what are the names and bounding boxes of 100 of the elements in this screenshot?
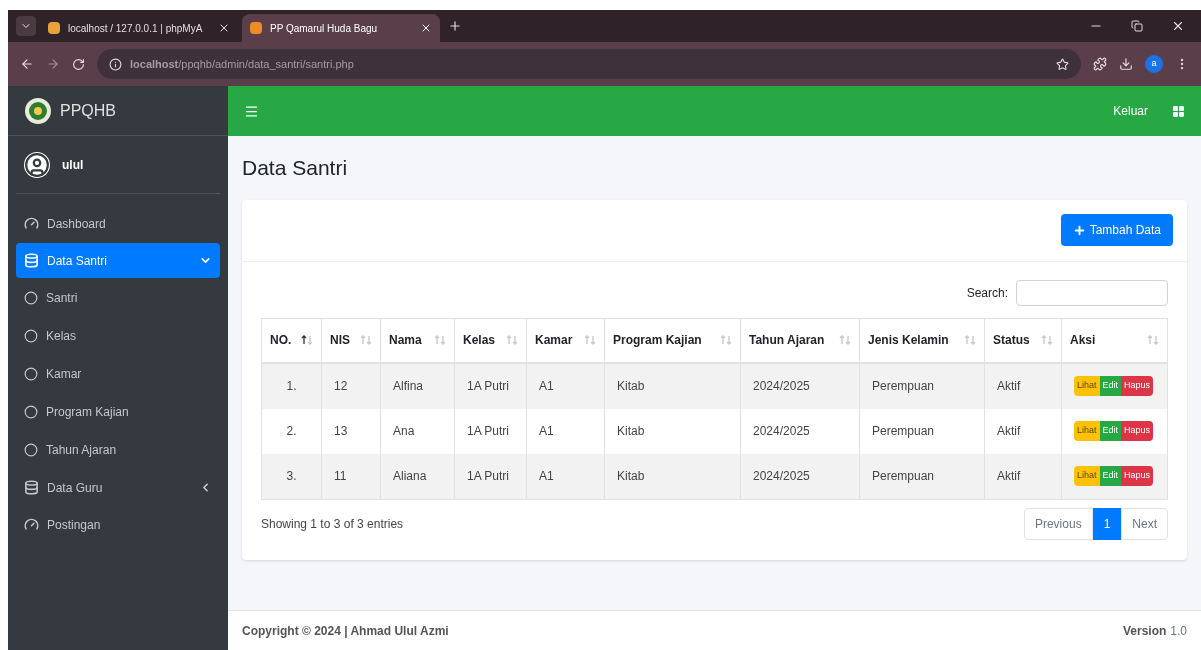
version-label: Version: [1122, 622, 1167, 640]
sidebar-item[interactable]: Data Santri: [16, 243, 220, 278]
pagination-button[interactable]: Previous: [1023, 507, 1093, 540]
sidebar-item[interactable]: Data Guru: [16, 470, 220, 505]
user-name: ulul: [62, 156, 84, 174]
table-cell: 12: [322, 363, 381, 409]
brand-name: PPQHB: [60, 100, 116, 121]
column-header[interactable]: NIS: [322, 318, 381, 362]
add-data-button[interactable]: Tambah Data: [1060, 214, 1173, 246]
site-icon: [48, 22, 60, 34]
profile-avatar[interactable]: a: [1145, 55, 1163, 73]
column-header[interactable]: Kamar: [527, 318, 605, 362]
table-cell: Perempuan: [860, 408, 985, 454]
circle-icon: [24, 405, 38, 419]
sidebar-subitem[interactable]: Kelas: [16, 318, 220, 354]
table-cell: Perempuan: [860, 363, 985, 409]
table-cell: Aliana: [381, 453, 455, 499]
sidebar-subitem[interactable]: Program Kajian: [16, 394, 220, 430]
action-button[interactable]: Hapus: [1121, 466, 1154, 486]
table-cell: Kitab: [605, 363, 741, 409]
table-cell: 2024/2025: [741, 453, 860, 499]
action-button[interactable]: Lihat: [1074, 421, 1100, 441]
table-cell: 1A Putri: [455, 408, 527, 454]
column-header[interactable]: Kelas: [455, 318, 527, 362]
table-cell: Aktif: [985, 363, 1062, 409]
circle-icon: [24, 329, 38, 343]
table-cell: 2024/2025: [741, 363, 860, 409]
action-button[interactable]: Lihat: [1074, 376, 1100, 396]
logo-icon: [24, 96, 52, 125]
plus-icon: [1072, 223, 1086, 237]
table-cell: Kitab: [605, 408, 741, 454]
column-header[interactable]: Jenis Kelamin: [860, 318, 985, 362]
table-cell: A1: [527, 363, 605, 409]
reload-icon[interactable]: [72, 57, 85, 71]
site-icon: [250, 22, 262, 34]
sidebar-subitem[interactable]: Santri: [16, 280, 220, 316]
column-header[interactable]: Program Kajian: [605, 318, 741, 362]
new-tab-icon[interactable]: [448, 19, 462, 33]
close-icon[interactable]: [218, 22, 230, 34]
table-cell: A1: [527, 408, 605, 454]
action-button[interactable]: Lihat: [1074, 466, 1100, 486]
browser-tab[interactable]: PP Qamarul Huda Bagu: [242, 14, 440, 42]
table-cell: Perempuan: [860, 453, 985, 499]
pagination-button[interactable]: Next: [1121, 507, 1168, 540]
tab-search-button[interactable]: [16, 16, 36, 36]
search-field[interactable]: [1016, 279, 1168, 306]
address-bar[interactable]: localhost/ppqhb/admin/data_santri/santri.php: [97, 49, 1081, 79]
extensions-icon[interactable]: [1093, 57, 1107, 71]
action-button[interactable]: Hapus: [1121, 376, 1154, 396]
tab-title: localhost / 127.0.0.1 | phpMyA: [68, 21, 204, 36]
gauge-icon: [24, 517, 39, 532]
table-cell: 11: [322, 453, 381, 499]
site-info-icon: [109, 57, 122, 71]
database-icon: [24, 253, 39, 268]
grid-icon[interactable]: [1172, 104, 1185, 118]
entries-info: Showing 1 to 3 of 3 entries: [261, 515, 404, 533]
menu-icon[interactable]: [244, 103, 259, 119]
bookmark-star-icon[interactable]: [1056, 57, 1069, 71]
sidebar-subitem[interactable]: Kamar: [16, 356, 220, 392]
table-cell: Aktif: [985, 453, 1062, 499]
pagination-button[interactable]: 1: [1092, 507, 1122, 540]
table-cell: 1.: [262, 363, 322, 409]
table-cell: 1A Putri: [455, 453, 527, 499]
url-text: localhost/ppqhb/admin/data_santri/santri.php: [130, 56, 354, 72]
column-header[interactable]: Status: [985, 318, 1062, 362]
back-icon[interactable]: [20, 57, 34, 71]
column-header[interactable]: NO.: [262, 318, 322, 362]
gauge-icon: [24, 216, 39, 231]
table-cell: 2024/2025: [741, 408, 860, 454]
table-cell: Kitab: [605, 453, 741, 499]
table-cell: 2.: [262, 408, 322, 454]
circle-icon: [24, 367, 38, 381]
column-header[interactable]: Tahun Ajaran: [741, 318, 860, 362]
table-cell: 13: [322, 408, 381, 454]
sidebar-item[interactable]: Postingan: [16, 507, 220, 542]
table-cell: 1A Putri: [455, 363, 527, 409]
table-cell: Ana: [381, 408, 455, 454]
page-title: Data Santri: [242, 155, 349, 181]
search-label: Search:: [966, 284, 1008, 302]
tab-title: PP Qamarul Huda Bagu: [270, 21, 379, 36]
table-cell: 3.: [262, 453, 322, 499]
table-cell: Aktif: [985, 408, 1062, 454]
download-icon[interactable]: [1119, 57, 1133, 71]
close-window-icon[interactable]: [1171, 19, 1185, 33]
column-header[interactable]: Nama: [381, 318, 455, 362]
table-cell: Alfina: [381, 363, 455, 409]
close-icon[interactable]: [420, 22, 432, 34]
copyright-text: Copyright © 2024 | Ahmad Ulul Azmi: [242, 622, 449, 640]
action-button[interactable]: Hapus: [1121, 421, 1154, 441]
sidebar-subitem[interactable]: Tahun Ajaran: [16, 432, 220, 468]
version-number: 1.0: [1170, 622, 1187, 640]
database-icon: [24, 480, 39, 495]
sidebar-item[interactable]: Dashboard: [16, 206, 220, 241]
browser-tab[interactable]: localhost / 127.0.0.1 | phpMyA: [40, 14, 238, 42]
restore-icon[interactable]: [1131, 20, 1143, 32]
circle-icon: [24, 291, 38, 305]
table-cell: A1: [527, 453, 605, 499]
column-header[interactable]: Aksi: [1062, 318, 1167, 362]
circle-icon: [24, 443, 38, 457]
user-avatar-icon: [24, 151, 50, 178]
